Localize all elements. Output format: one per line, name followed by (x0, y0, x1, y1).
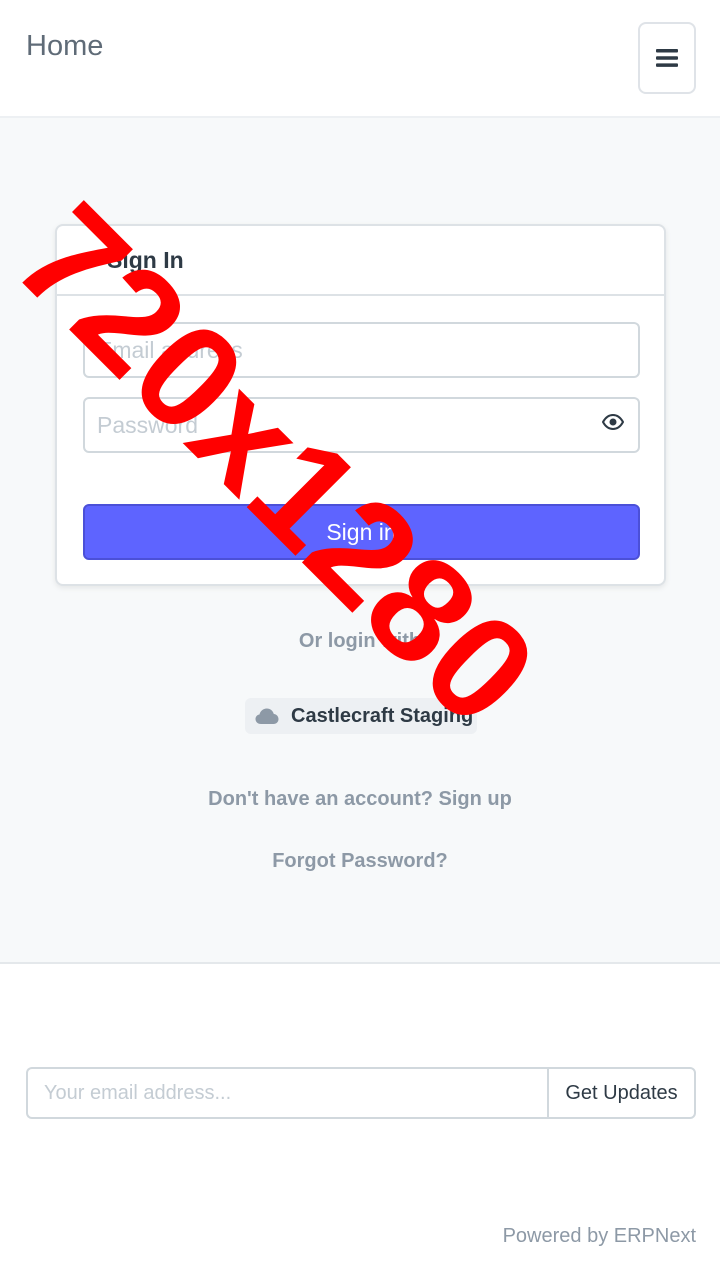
password-field-wrapper (83, 397, 640, 453)
signup-link[interactable]: Don't have an account? Sign up (0, 788, 720, 811)
subscribe-form: Get Updates (26, 1067, 696, 1119)
login-card: Sign In Sign in (55, 224, 666, 586)
cloud-icon (255, 708, 279, 724)
top-navbar: Home (0, 0, 720, 118)
eye-icon[interactable] (602, 414, 624, 430)
footer-divider (0, 962, 720, 964)
page: Home Sign In Sign in (0, 0, 720, 1280)
menu-toggle-button[interactable] (638, 22, 696, 94)
login-title: Sign In (107, 246, 184, 273)
provider-label: Castlecraft Staging (291, 704, 474, 727)
status-dot (83, 253, 96, 267)
brand-home-link[interactable]: Home (26, 30, 103, 63)
login-card-header: Sign In (57, 226, 664, 296)
get-updates-button[interactable]: Get Updates (547, 1067, 696, 1119)
subscribe-email-input[interactable] (26, 1067, 547, 1119)
hamburger-menu-icon (656, 49, 678, 67)
main-content: Sign In Sign in Or login with Castlecraf… (0, 118, 720, 963)
or-login-with-label: Or login with (298, 630, 422, 652)
password-field[interactable] (83, 397, 640, 453)
sign-in-button[interactable]: Sign in (83, 504, 640, 560)
email-field[interactable] (83, 322, 640, 378)
forgot-password-link[interactable]: Forgot Password? (0, 850, 720, 873)
castlecraft-login-button[interactable]: Castlecraft Staging (245, 698, 477, 734)
powered-by-link[interactable]: Powered by ERPNext (503, 1225, 696, 1248)
